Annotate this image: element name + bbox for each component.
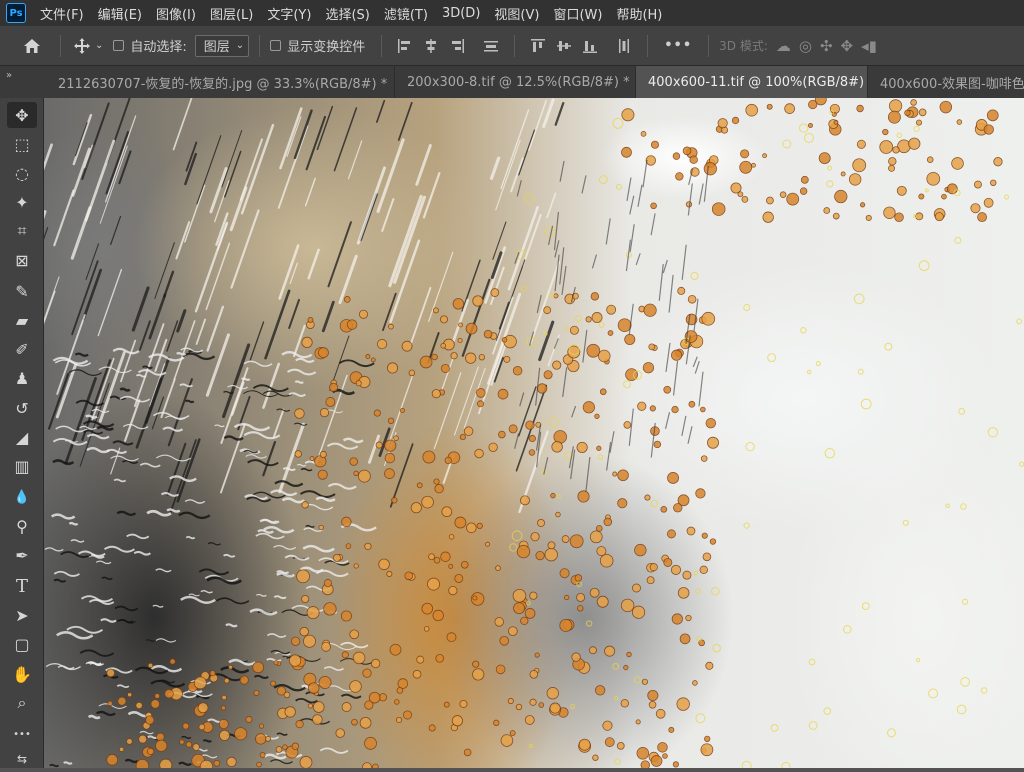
path-selection-tool-icon[interactable]: ➤ xyxy=(7,602,37,628)
crop-tool-icon[interactable]: ⌗ xyxy=(7,218,37,244)
3d-orbit-icon[interactable]: ☁ xyxy=(776,37,791,55)
move-tool-icon[interactable]: ✥ xyxy=(7,102,37,128)
document-tab[interactable]: 200x300-8.tif @ 12.5%(RGB/8#) * × xyxy=(395,66,650,98)
tab-label: 2112630707-恢复的-恢复的.jpg @ 33.3%(RGB/8#) * xyxy=(58,76,388,92)
document-tab-bar: » 2112630707-恢复的-恢复的.jpg @ 33.3%(RGB/8#)… xyxy=(0,66,1024,98)
rect-marquee-tool-icon[interactable]: ⬚ xyxy=(7,131,37,157)
menu-filter[interactable]: 滤镜(T) xyxy=(384,4,428,23)
collapse-panel-icon[interactable]: » xyxy=(0,66,46,98)
lasso-tool-icon[interactable]: ◌ xyxy=(7,160,37,186)
3d-mode-label: 3D 模式: xyxy=(719,39,768,53)
menu-edit[interactable]: 编辑(E) xyxy=(98,4,142,23)
menu-help[interactable]: 帮助(H) xyxy=(616,4,662,23)
3d-video-icon[interactable]: ◂▮ xyxy=(861,37,877,55)
menu-image[interactable]: 图像(I) xyxy=(156,4,196,23)
menu-file[interactable]: 文件(F) xyxy=(40,4,84,23)
menu-window[interactable]: 窗口(W) xyxy=(553,4,602,23)
frame-tool-icon[interactable]: ⊠ xyxy=(7,247,37,273)
swap-colors-icon[interactable]: ⇆ xyxy=(7,746,37,772)
move-tool-preset-icon[interactable] xyxy=(71,37,93,55)
clone-stamp-tool-icon[interactable]: ♟ xyxy=(7,365,37,391)
home-icon[interactable] xyxy=(20,38,44,54)
tab-label: 400x600-11.tif @ 100%(RGB/8#) xyxy=(648,74,865,90)
auto-select-label: 自动选择: xyxy=(130,40,187,55)
tab-label: 200x300-8.tif @ 12.5%(RGB/8#) * xyxy=(407,74,630,90)
distribute-vertical-icon[interactable] xyxy=(482,37,500,55)
tab-label: 400x600-效果图-咖啡色 xyxy=(880,76,1024,92)
options-separator xyxy=(708,34,710,57)
blur-tool-icon[interactable]: 💧 xyxy=(7,484,37,510)
align-vertical-centers-icon[interactable] xyxy=(555,37,573,55)
brush-tool-icon[interactable]: ✐ xyxy=(7,336,37,362)
3d-roll-icon[interactable]: ◎ xyxy=(799,37,812,55)
photoshop-logo-icon[interactable]: Ps xyxy=(6,3,26,23)
hand-tool-icon[interactable]: ✋ xyxy=(7,661,37,687)
document-tab-active[interactable]: 400x600-11.tif @ 100%(RGB/8#) × xyxy=(636,66,884,98)
type-tool-icon[interactable]: T xyxy=(7,573,37,599)
auto-select-target-value: 图层 xyxy=(203,40,230,55)
canvas-artwork xyxy=(44,98,1024,768)
show-transform-label: 显示变换控件 xyxy=(287,40,366,55)
auto-select-target-dropdown[interactable]: 图层 ⌄ xyxy=(194,34,250,57)
align-top-edges-icon[interactable] xyxy=(529,37,547,55)
options-separator xyxy=(60,34,61,57)
3d-pan-icon[interactable]: ✣ xyxy=(820,37,833,55)
preset-chevron-down-icon[interactable]: ⌄ xyxy=(95,40,103,51)
gradient-tool-icon[interactable]: ▥ xyxy=(7,453,37,479)
options-separator xyxy=(514,34,516,57)
more-options-button[interactable]: ••• xyxy=(664,38,692,53)
show-transform-checkbox[interactable] xyxy=(270,40,282,51)
chevron-down-icon: ⌄ xyxy=(235,40,245,51)
document-tab[interactable]: 2112630707-恢复的-恢复的.jpg @ 33.3%(RGB/8#) *… xyxy=(46,66,407,98)
rectangle-tool-icon[interactable]: ▢ xyxy=(7,631,37,657)
more-tools-icon[interactable]: ••• xyxy=(7,721,37,747)
menu-3d[interactable]: 3D(D) xyxy=(442,6,480,21)
menu-select[interactable]: 选择(S) xyxy=(325,4,369,23)
menu-type[interactable]: 文字(Y) xyxy=(267,4,311,23)
history-brush-tool-icon[interactable]: ↺ xyxy=(7,395,37,421)
zoom-tool-icon[interactable]: ⌕ xyxy=(7,690,37,716)
document-tab[interactable]: 400x600-效果图-咖啡色 xyxy=(868,66,1024,98)
document-canvas[interactable] xyxy=(44,98,1024,768)
healing-brush-tool-icon[interactable]: ▰ xyxy=(7,307,37,333)
align-horizontal-centers-icon[interactable] xyxy=(422,37,440,55)
auto-select-checkbox[interactable] xyxy=(113,40,125,51)
3d-slide-icon[interactable]: ✥ xyxy=(841,37,854,55)
eyedropper-tool-icon[interactable]: ✎ xyxy=(7,278,37,304)
menu-bar: Ps 文件(F) 编辑(E) 图像(I) 图层(L) 文字(Y) 选择(S) 滤… xyxy=(0,0,1024,26)
align-bottom-edges-icon[interactable] xyxy=(581,37,599,55)
eraser-tool-icon[interactable]: ◢ xyxy=(7,424,37,450)
options-separator xyxy=(259,34,261,57)
dodge-tool-icon[interactable]: ⚲ xyxy=(7,513,37,539)
menu-layer[interactable]: 图层(L) xyxy=(210,4,253,23)
tools-panel: ✥ ⬚ ◌ ✦ ⌗ ⊠ ✎ ▰ ✐ ♟ ↺ ◢ ▥ 💧 ⚲ ✒ T ➤ ▢ ✋ … xyxy=(0,98,44,768)
distribute-horizontal-icon[interactable] xyxy=(615,37,633,55)
align-right-edges-icon[interactable] xyxy=(448,37,466,55)
options-separator xyxy=(647,34,649,57)
menu-view[interactable]: 视图(V) xyxy=(494,4,539,23)
options-bar: ⌄ 自动选择: 图层 ⌄ 显示变换控件 ••• 3D 模式: ☁ ◎ ✣ ✥ ◂… xyxy=(0,26,1024,66)
pen-tool-icon[interactable]: ✒ xyxy=(7,542,37,568)
options-separator xyxy=(381,34,383,57)
magic-wand-tool-icon[interactable]: ✦ xyxy=(7,189,37,215)
align-left-edges-icon[interactable] xyxy=(396,37,414,55)
